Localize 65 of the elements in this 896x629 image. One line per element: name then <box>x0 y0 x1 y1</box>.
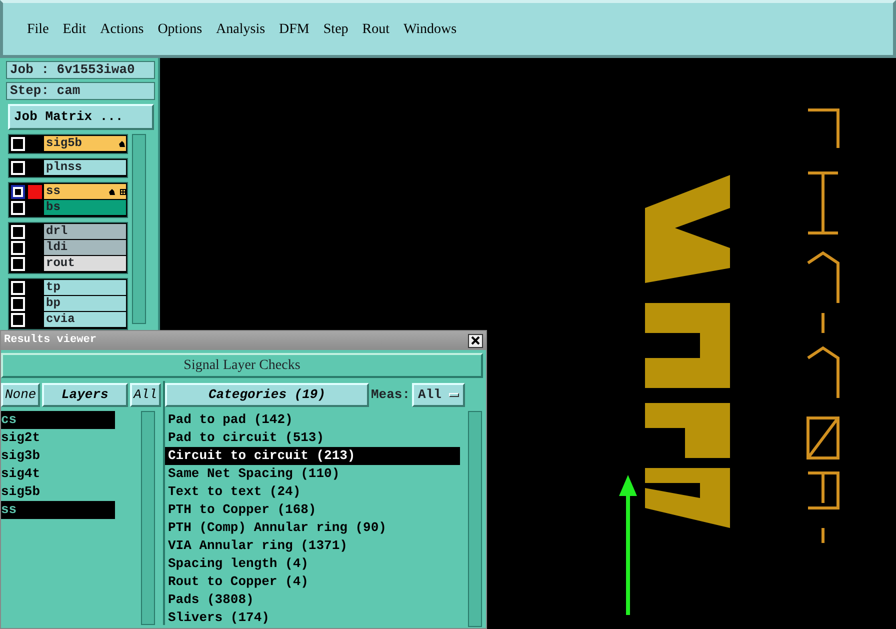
layer-row[interactable]: plnss <box>44 160 126 175</box>
dropdown-indicator-icon <box>449 392 460 397</box>
layer-name: sig5b <box>46 136 82 151</box>
layer-row[interactable]: bp <box>44 296 126 311</box>
category-item[interactable]: Pad to pad (142) <box>165 410 460 428</box>
window-title: Results viewer <box>4 333 96 348</box>
layer-list-item[interactable]: sig3b <box>1 447 115 465</box>
layer-row[interactable]: cvia <box>44 312 126 327</box>
panel-header: Signal Layer Checks <box>1 353 483 378</box>
category-item[interactable]: Circuit to circuit (213) <box>165 446 460 464</box>
close-button[interactable] <box>468 334 483 348</box>
layer-row[interactable]: rout <box>44 256 126 271</box>
layer-name: rout <box>46 256 75 271</box>
layer-checkbox[interactable] <box>11 184 25 198</box>
menu-item[interactable]: Analysis <box>209 18 272 40</box>
layer-row[interactable]: sig5b <box>44 136 126 151</box>
layer-name: cvia <box>46 312 75 327</box>
category-item[interactable]: Same Net Spacing (110) <box>165 464 460 482</box>
category-item[interactable]: VIA Annular ring (1371) <box>165 536 460 554</box>
step-label: Step: cam <box>6 82 155 100</box>
layer-name: plnss <box>46 160 82 175</box>
layer-name: bp <box>46 296 60 311</box>
layer-name: ss <box>46 184 60 199</box>
layer-name: ldi <box>46 240 68 255</box>
layer-filter-button[interactable]: None <box>1 383 40 407</box>
menu-item[interactable]: Actions <box>93 18 151 40</box>
scrollbar[interactable] <box>468 410 482 626</box>
layer-row[interactable]: tp <box>44 280 126 295</box>
layer-row[interactable]: bs <box>44 200 126 215</box>
category-item[interactable]: Rout to Copper (4) <box>165 572 460 590</box>
menu-item[interactable]: Rout <box>355 18 397 40</box>
layer-list-item[interactable]: sig5b <box>1 483 115 501</box>
menu-item[interactable]: File <box>20 18 56 40</box>
meas-label: Meas: <box>371 386 410 404</box>
layer-name: tp <box>46 280 60 295</box>
layer-row[interactable]: ss <box>44 184 126 199</box>
menu-item[interactable]: Windows <box>396 18 464 40</box>
job-matrix-button[interactable]: Job Matrix ... <box>8 104 154 130</box>
category-item[interactable]: Pad to circuit (513) <box>165 428 460 446</box>
scrollbar[interactable] <box>132 134 146 324</box>
layer-row[interactable]: ldi <box>44 240 126 255</box>
category-item[interactable]: Text to text (24) <box>165 482 460 500</box>
arrow-icon <box>619 475 637 615</box>
layer-name: bs <box>46 200 60 215</box>
layer-list-item[interactable]: sig4t <box>1 465 115 483</box>
layer-filter-button[interactable]: Layers <box>42 383 128 407</box>
job-label: Job : 6v1553iwa0 <box>6 61 155 79</box>
category-item[interactable]: PTH (Comp) Annular ring (90) <box>165 518 460 536</box>
menu-item[interactable]: DFM <box>272 18 316 40</box>
layer-list-item[interactable]: cs <box>1 411 115 429</box>
menu-item[interactable]: Step <box>316 18 356 40</box>
layer-row[interactable]: drl <box>44 224 126 239</box>
layer-name: drl <box>46 224 68 239</box>
menu-item[interactable]: Edit <box>56 18 94 40</box>
layer-filter-button[interactable]: All <box>130 383 161 407</box>
scrollbar[interactable] <box>141 411 155 625</box>
category-item[interactable]: PTH to Copper (168) <box>165 500 460 518</box>
category-item[interactable]: Slivers (174) <box>165 608 460 626</box>
categories-button[interactable]: Categories (19) <box>165 383 369 406</box>
category-item[interactable]: Spacing length (4) <box>165 554 460 572</box>
menu-item[interactable]: Options <box>150 18 210 40</box>
layer-list-item[interactable]: sig2t <box>1 429 115 447</box>
meas-dropdown[interactable]: All <box>412 383 466 406</box>
layer-list-item[interactable]: ss <box>1 501 115 519</box>
category-item[interactable]: Pads (3808) <box>165 590 460 608</box>
